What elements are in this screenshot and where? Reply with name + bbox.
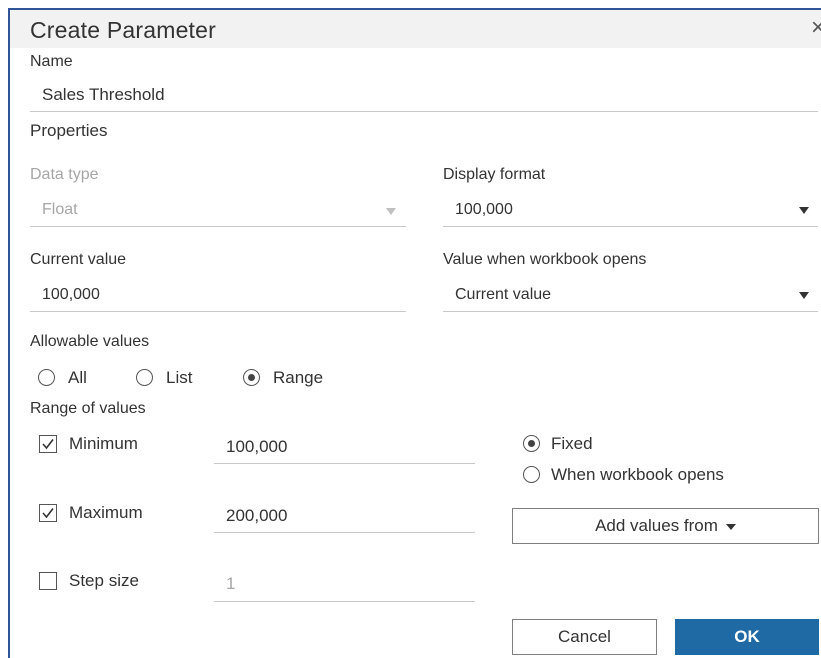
chevron-down-icon: [386, 208, 396, 215]
title-bar: Create Parameter ×: [10, 10, 821, 48]
cancel-button[interactable]: Cancel: [512, 619, 657, 655]
radio-when-workbook-opens-label: When workbook opens: [551, 465, 724, 484]
range-of-values-label: Range of values: [30, 400, 146, 417]
step-size-label: Step size: [69, 571, 139, 590]
radio-all[interactable]: [38, 369, 55, 386]
current-value-underline: [30, 311, 406, 312]
radio-range-label: Range: [273, 368, 324, 387]
chevron-down-icon: [799, 207, 809, 214]
add-values-from-label: Add values from: [595, 516, 718, 535]
window-frame-left: [8, 8, 10, 658]
close-icon[interactable]: ×: [811, 16, 821, 40]
minimum-label: Minimum: [69, 434, 138, 453]
display-format-label: Display format: [443, 166, 546, 183]
step-size-checkbox[interactable]: [39, 572, 57, 590]
data-type-select[interactable]: Float: [42, 201, 78, 219]
ok-button[interactable]: OK: [675, 619, 819, 655]
check-icon: [42, 439, 54, 450]
step-size-input[interactable]: 1: [226, 574, 235, 594]
radio-all-label: All: [68, 368, 87, 387]
radio-when-workbook-opens[interactable]: [523, 466, 540, 483]
minimum-checkbox[interactable]: [39, 435, 57, 453]
create-parameter-dialog: Create Parameter × Name Sales Threshold …: [0, 0, 821, 658]
display-format-underline: [443, 226, 818, 227]
data-type-underline: [30, 226, 406, 227]
radio-fixed-label: Fixed: [551, 434, 593, 453]
current-value-input[interactable]: 100,000: [42, 286, 100, 304]
radio-list-label: List: [166, 368, 193, 387]
data-type-label: Data type: [30, 166, 99, 183]
add-values-from-button[interactable]: Add values from: [512, 508, 819, 544]
display-format-select[interactable]: 100,000: [455, 201, 513, 219]
maximum-underline: [214, 532, 475, 533]
allowable-values-label: Allowable values: [30, 333, 150, 350]
value-when-opens-label: Value when workbook opens: [443, 251, 647, 268]
current-value-label: Current value: [30, 251, 127, 268]
chevron-down-icon: [725, 524, 736, 530]
radio-range[interactable]: [243, 369, 260, 386]
minimum-input[interactable]: 100,000: [226, 437, 287, 457]
name-label: Name: [30, 53, 73, 70]
cancel-button-label: Cancel: [558, 627, 611, 646]
ok-button-label: OK: [734, 627, 760, 646]
properties-heading: Properties: [30, 121, 108, 140]
maximum-checkbox[interactable]: [39, 504, 57, 522]
dialog-title: Create Parameter: [30, 17, 216, 43]
maximum-input[interactable]: 200,000: [226, 506, 287, 526]
value-when-opens-select[interactable]: Current value: [455, 286, 551, 304]
check-icon: [42, 508, 54, 519]
value-when-opens-underline: [443, 311, 818, 312]
step-size-underline: [214, 601, 475, 602]
maximum-label: Maximum: [69, 503, 143, 522]
name-input[interactable]: Sales Threshold: [42, 85, 165, 105]
minimum-underline: [214, 463, 475, 464]
radio-list[interactable]: [136, 369, 153, 386]
radio-fixed[interactable]: [523, 435, 540, 452]
name-input-underline: [30, 111, 818, 112]
chevron-down-icon: [799, 292, 809, 299]
